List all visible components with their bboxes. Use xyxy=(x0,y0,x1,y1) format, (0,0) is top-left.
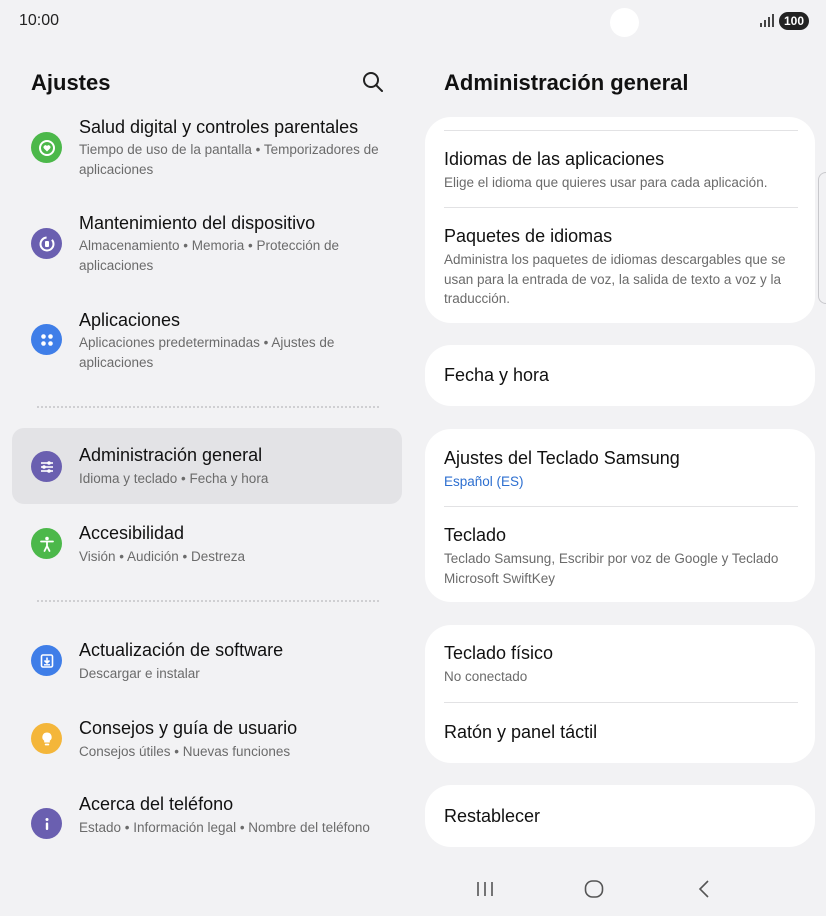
page-title: Ajustes xyxy=(31,70,111,95)
battery-badge: 100 xyxy=(779,12,809,30)
section-divider xyxy=(37,406,379,408)
row-title: Ajustes del Teclado Samsung xyxy=(444,448,680,468)
camera-cutout xyxy=(610,8,639,37)
row-title: Idiomas de las aplicaciones xyxy=(444,149,665,169)
recents-icon[interactable] xyxy=(473,878,497,900)
row-subtitle: No conectado xyxy=(444,669,528,684)
settings-item-apps[interactable]: Aplicaciones Aplicaciones predeterminada… xyxy=(12,304,402,382)
settings-item-title: Actualización de software xyxy=(79,640,284,660)
settings-item-subtitle: Descargar e instalar xyxy=(79,666,200,681)
row-title: Restablecer xyxy=(444,806,541,826)
settings-item-general-management[interactable]: Administración general Idioma y teclado … xyxy=(12,428,402,504)
settings-card-languages: Idiomas de las aplicaciones Elige el idi… xyxy=(425,117,815,323)
row-subtitle: Administra los paquetes de idiomas desca… xyxy=(444,252,786,306)
settings-item-subtitle: Aplicaciones predeterminadas • Ajustes d… xyxy=(79,335,335,370)
settings-item-subtitle: Estado • Información legal • Nombre del … xyxy=(79,820,370,835)
row-subtitle: Español (ES) xyxy=(444,474,524,489)
row-date-time[interactable]: Fecha y hora xyxy=(444,365,798,386)
settings-item-subtitle: Tiempo de uso de la pantalla • Temporiza… xyxy=(79,142,379,177)
row-title: Fecha y hora xyxy=(444,365,550,385)
settings-item-digital-wellbeing[interactable]: Salud digital y controles parentales Tie… xyxy=(12,112,402,190)
sliders-icon xyxy=(31,451,62,482)
home-icon[interactable] xyxy=(582,878,606,900)
apps-icon xyxy=(31,324,62,355)
back-icon[interactable] xyxy=(692,878,716,900)
row-title: Paquetes de idiomas xyxy=(444,226,613,246)
card-divider xyxy=(444,130,798,131)
row-title: Ratón y panel táctil xyxy=(444,722,598,742)
settings-item-subtitle: Visión • Audición • Destreza xyxy=(79,549,246,564)
settings-item-subtitle: Almacenamiento • Memoria • Protección de… xyxy=(79,238,340,273)
download-icon xyxy=(31,645,62,676)
row-app-languages[interactable]: Idiomas de las aplicaciones Elige el idi… xyxy=(444,149,798,193)
detail-title: Administración general xyxy=(444,70,689,95)
settings-item-title: Aplicaciones xyxy=(79,310,181,330)
settings-card-date-time: Fecha y hora xyxy=(425,345,815,406)
row-subtitle: Elige el idioma que quieres usar para ca… xyxy=(444,175,768,190)
heart-icon xyxy=(31,132,62,163)
settings-item-about-phone[interactable]: Acerca del teléfono Estado • Información… xyxy=(12,786,402,864)
card-divider xyxy=(444,702,798,703)
settings-item-title: Administración general xyxy=(79,445,263,465)
settings-item-title: Salud digital y controles parentales xyxy=(79,117,359,137)
settings-item-accessibility[interactable]: Accesibilidad Visión • Audición • Destre… xyxy=(12,516,402,580)
row-subtitle: Teclado Samsung, Escribir por voz de Goo… xyxy=(444,551,779,586)
row-language-packs[interactable]: Paquetes de idiomas Administra los paque… xyxy=(444,226,798,309)
settings-item-title: Mantenimiento del dispositivo xyxy=(79,213,316,233)
settings-card-physical-input: Teclado físico No conectado Ratón y pane… xyxy=(425,625,815,763)
section-divider xyxy=(37,600,379,602)
settings-item-software-update[interactable]: Actualización de software Descargar e in… xyxy=(12,630,402,694)
info-icon xyxy=(31,808,62,839)
settings-item-title: Consejos y guía de usuario xyxy=(79,718,298,738)
settings-item-tips[interactable]: Consejos y guía de usuario Consejos útil… xyxy=(12,708,402,772)
row-mouse-touchpad[interactable]: Ratón y panel táctil xyxy=(444,722,798,743)
search-icon[interactable] xyxy=(360,69,386,95)
status-time: 10:00 xyxy=(19,12,60,29)
row-title: Teclado físico xyxy=(444,643,554,663)
card-divider xyxy=(444,207,798,208)
row-physical-keyboard[interactable]: Teclado físico No conectado xyxy=(444,643,798,687)
settings-item-subtitle: Consejos útiles • Nuevas funciones xyxy=(79,744,291,759)
signal-icon xyxy=(760,14,774,27)
card-divider xyxy=(444,506,798,507)
device-care-icon xyxy=(31,228,62,259)
settings-item-title: Accesibilidad xyxy=(79,523,185,543)
settings-item-title: Acerca del teléfono xyxy=(79,794,234,814)
row-keyboard[interactable]: Teclado Teclado Samsung, Escribir por vo… xyxy=(444,525,798,588)
settings-item-subtitle: Idioma y teclado • Fecha y hora xyxy=(79,471,269,486)
lightbulb-icon xyxy=(31,723,62,754)
row-reset[interactable]: Restablecer xyxy=(444,806,798,827)
panel-edge-handle[interactable] xyxy=(818,172,826,304)
settings-card-keyboard: Ajustes del Teclado Samsung Español (ES)… xyxy=(425,429,815,602)
status-bar: 10:00 100 xyxy=(0,0,826,44)
settings-item-device-care[interactable]: Mantenimiento del dispositivo Almacenami… xyxy=(12,208,402,286)
accessibility-icon xyxy=(31,528,62,559)
row-title: Teclado xyxy=(444,525,507,545)
row-samsung-keyboard[interactable]: Ajustes del Teclado Samsung Español (ES) xyxy=(444,448,798,492)
settings-card-reset: Restablecer xyxy=(425,785,815,847)
